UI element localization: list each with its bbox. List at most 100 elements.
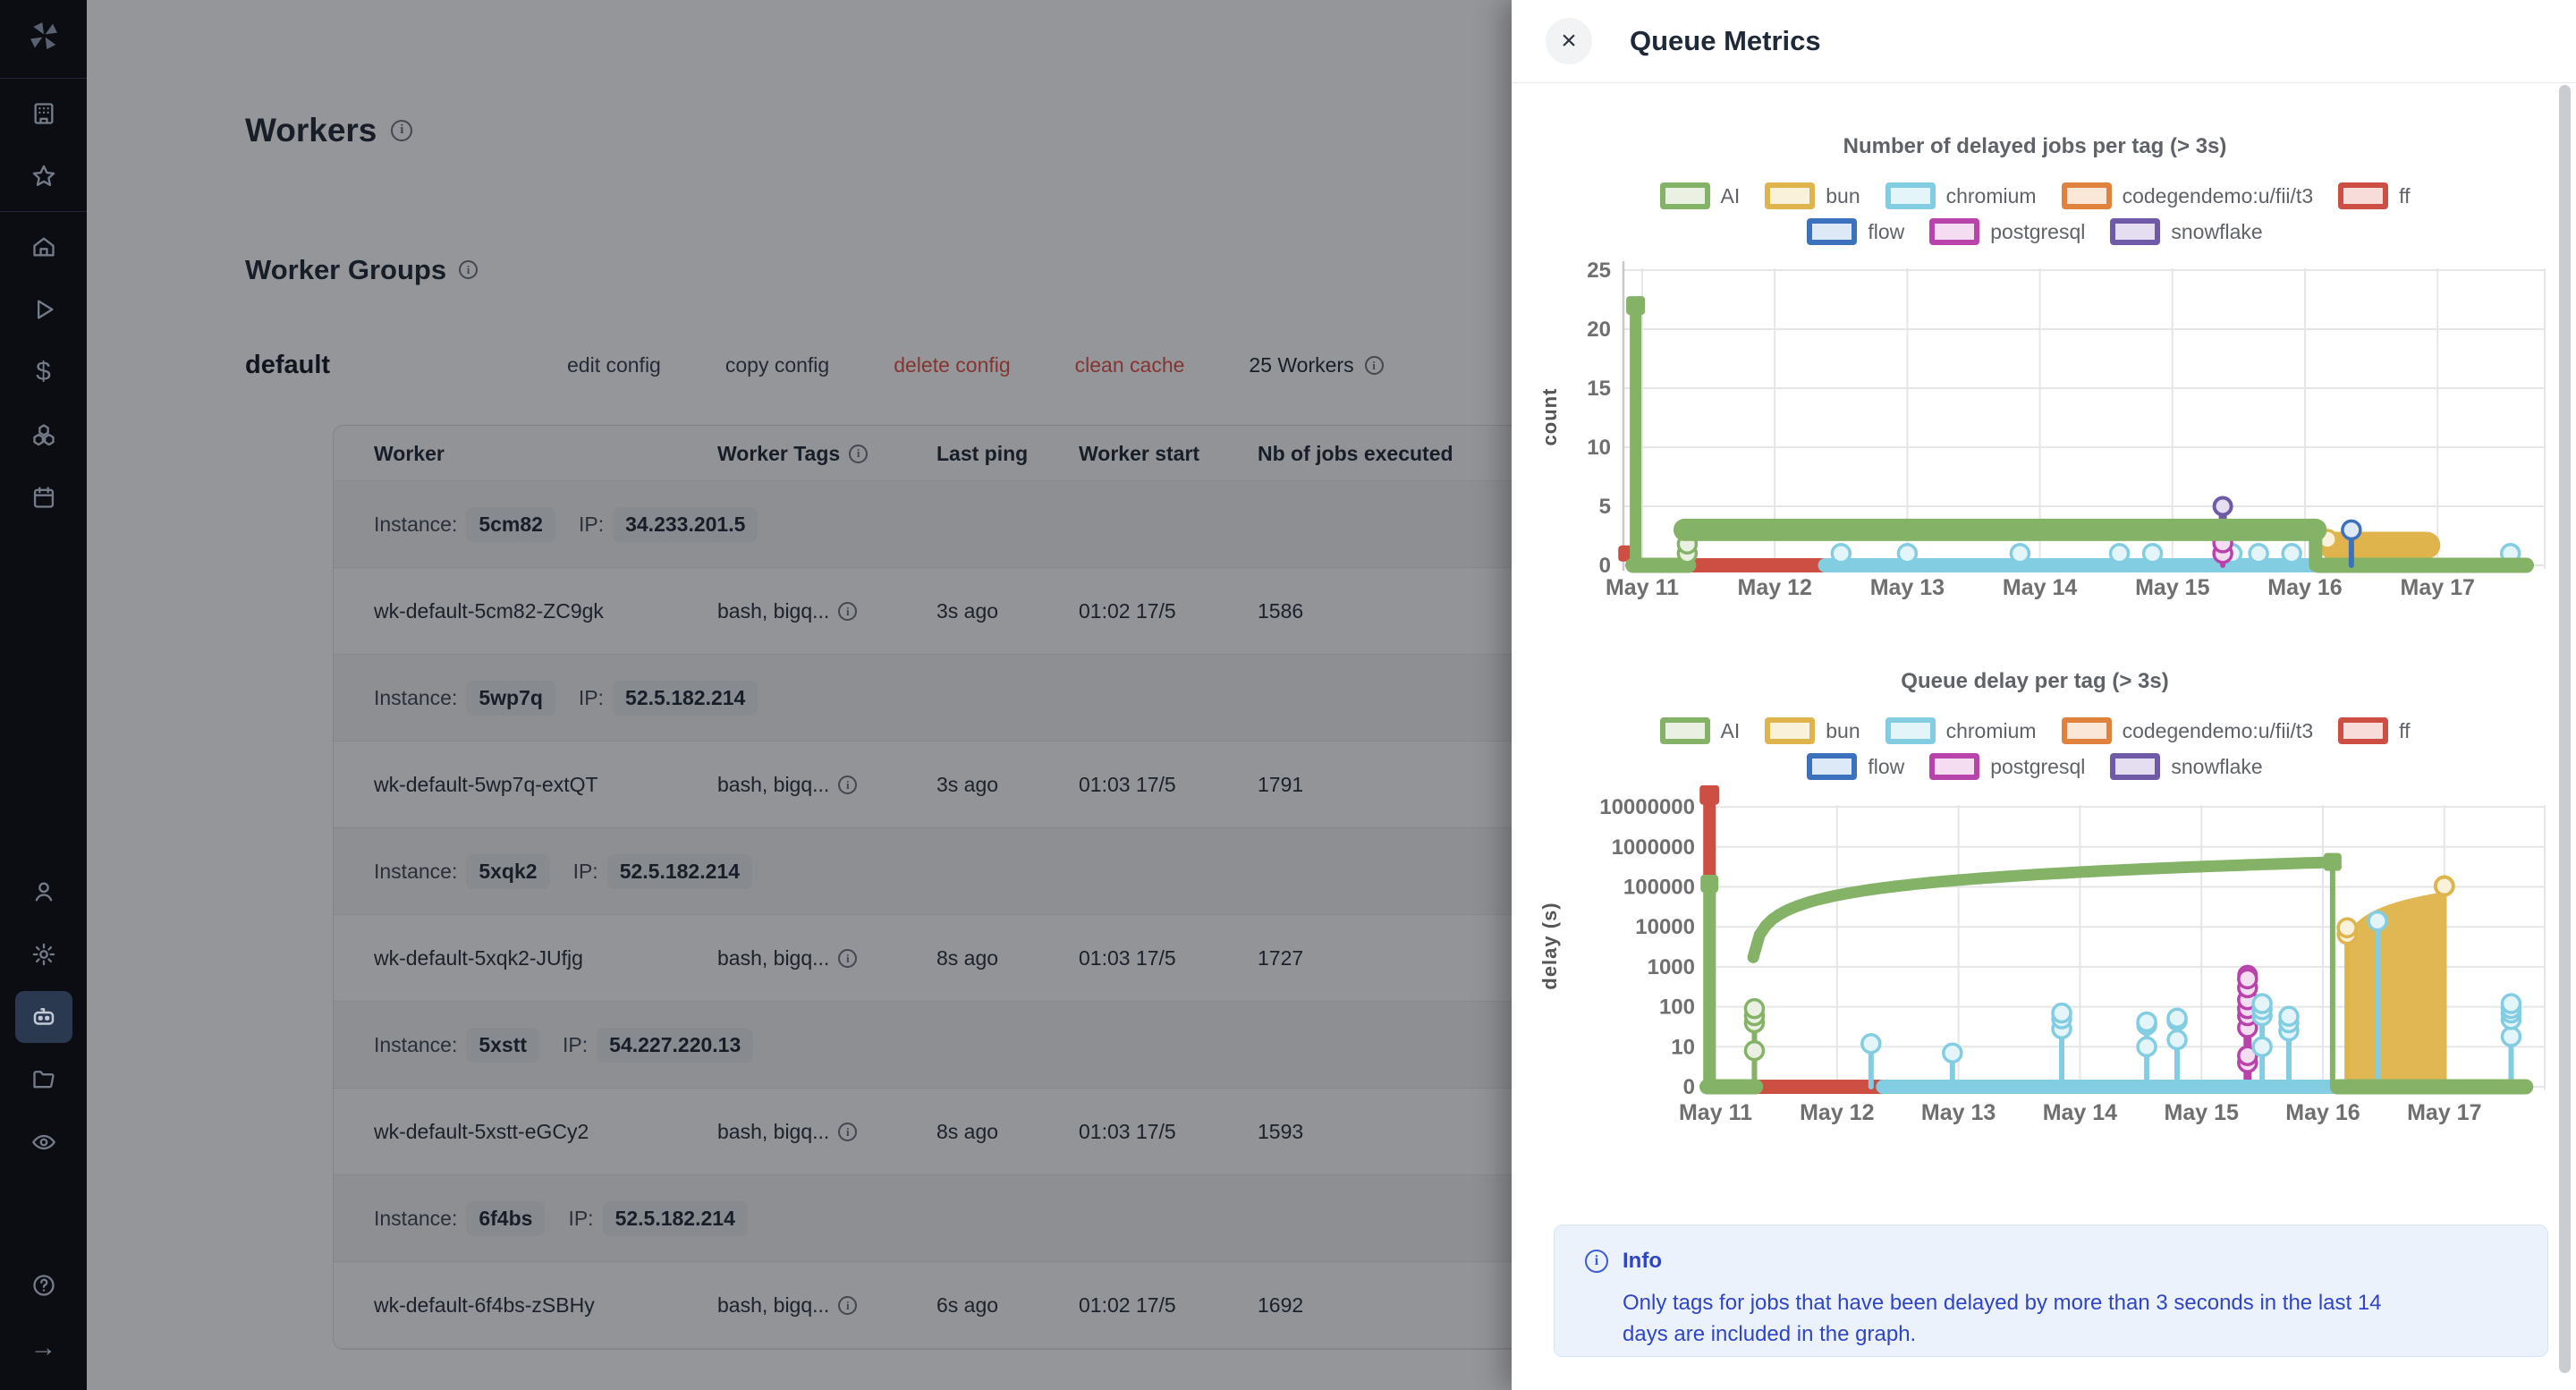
eye-icon — [30, 1130, 57, 1155]
close-button[interactable]: × — [1546, 18, 1592, 64]
legend-item-postgresql[interactable]: postgresql — [1929, 753, 2085, 780]
sidebar-item-favorites[interactable] — [15, 150, 72, 202]
sidebar-item-settings[interactable] — [15, 928, 72, 980]
info-icon[interactable]: i — [838, 1296, 857, 1315]
column-header: Worker Tagsi — [717, 426, 868, 481]
legend-item-bun[interactable]: bun — [1765, 717, 1860, 744]
legend-swatch — [1885, 717, 1936, 744]
worker-tags: bash, bigq...i — [717, 1089, 857, 1175]
user-icon — [31, 879, 56, 904]
info-icon[interactable]: i — [838, 1123, 857, 1141]
info-icon[interactable]: i — [838, 602, 857, 621]
building-icon — [31, 101, 56, 126]
chart-canvas: May 11May 12May 13May 14May 15May 16May … — [1521, 785, 2549, 1161]
last-ping: 3s ago — [936, 568, 998, 655]
worker-name: wk-default-5wp7q-extQT — [374, 742, 598, 828]
svg-text:5: 5 — [1599, 495, 1611, 519]
info-banner-title: Info — [1623, 1249, 1662, 1274]
legend-swatch — [2062, 182, 2112, 209]
sidebar-item-folders[interactable] — [15, 1054, 72, 1106]
delayed-jobs-chart: Number of delayed jobs per tag (> 3s) AI… — [1521, 134, 2549, 617]
sidebar-item-home[interactable] — [15, 221, 72, 273]
windmill-logo-icon[interactable] — [26, 18, 62, 58]
info-icon[interactable]: i — [459, 260, 478, 279]
jobs-executed: 1586 — [1258, 568, 1303, 655]
info-icon[interactable]: i — [838, 949, 857, 968]
last-ping: 3s ago — [936, 742, 998, 828]
instance-info: Instance:5wp7qIP:52.5.182.214 — [374, 655, 758, 742]
sidebar-item-schedules[interactable] — [15, 471, 72, 523]
legend-item-postgresql[interactable]: postgresql — [1929, 218, 2085, 245]
instance-info: Instance:5xqk2IP:52.5.182.214 — [374, 828, 752, 915]
svg-text:0: 0 — [1683, 1075, 1695, 1099]
legend-swatch — [2338, 717, 2388, 744]
legend-item-AI[interactable]: AI — [1660, 182, 1741, 209]
legend-item-codegendemo:u/fii/t3[interactable]: codegendemo:u/fii/t3 — [2062, 717, 2314, 744]
svg-text:May 15: May 15 — [2165, 1100, 2239, 1125]
legend-swatch — [1929, 218, 1979, 245]
sidebar-item-resources[interactable] — [15, 409, 72, 461]
sidebar-item-help[interactable] — [15, 1259, 72, 1311]
group-action-delete-config[interactable]: delete config — [894, 353, 1010, 377]
info-icon[interactable]: i — [391, 120, 412, 141]
drawer-title: Queue Metrics — [1630, 25, 1821, 57]
help-icon — [31, 1273, 56, 1298]
svg-text:25: 25 — [1587, 259, 1611, 283]
sidebar-item-workspace[interactable] — [15, 88, 72, 140]
sidebar-item-variables[interactable]: $ — [15, 346, 72, 398]
legend-item-AI[interactable]: AI — [1660, 717, 1741, 744]
jobs-executed: 1692 — [1258, 1262, 1303, 1349]
instance-info: Instance:5cm82IP:34.233.201.5 — [374, 481, 758, 568]
legend-item-bun[interactable]: bun — [1765, 182, 1860, 209]
column-header: Worker — [374, 426, 445, 481]
sidebar: $ → — [0, 0, 87, 1390]
legend-item-snowflake[interactable]: snowflake — [2110, 218, 2262, 245]
info-banner: i Info Only tags for jobs that have been… — [1554, 1225, 2548, 1357]
sidebar-item-audit-logs[interactable] — [15, 1116, 72, 1168]
cubes-icon — [31, 422, 56, 447]
queue-delay-chart: Queue delay per tag (> 3s) AI bun chromium… — [1521, 669, 2549, 1161]
legend-swatch — [1765, 717, 1815, 744]
group-action-clean-cache[interactable]: clean cache — [1075, 353, 1185, 377]
worker-tags: bash, bigq...i — [717, 1262, 857, 1349]
sidebar-item-users[interactable] — [15, 866, 72, 918]
legend-item-codegendemo:u/fii/t3[interactable]: codegendemo:u/fii/t3 — [2062, 182, 2314, 209]
legend-item-chromium[interactable]: chromium — [1885, 717, 2037, 744]
jobs-executed: 1593 — [1258, 1089, 1303, 1175]
legend-item-ff[interactable]: ff — [2338, 182, 2410, 209]
svg-text:delay (s): delay (s) — [1538, 902, 1561, 989]
group-action-edit-config[interactable]: edit config — [567, 353, 661, 377]
legend-item-ff[interactable]: ff — [2338, 717, 2410, 744]
info-icon[interactable]: i — [838, 776, 857, 794]
sidebar-item-runs[interactable] — [15, 284, 72, 335]
group-action-copy-config[interactable]: copy config — [725, 353, 829, 377]
sidebar-collapse-button[interactable]: → — [15, 1322, 72, 1374]
legend-swatch — [1807, 218, 1857, 245]
legend-swatch — [1885, 182, 1936, 209]
sidebar-divider — [0, 211, 87, 212]
info-icon[interactable]: i — [849, 445, 868, 463]
calendar-icon — [31, 485, 56, 510]
info-icon[interactable]: i — [1365, 356, 1384, 375]
chart-title: Queue delay per tag (> 3s) — [1521, 669, 2549, 694]
instance-info: Instance:6f4bsIP:52.5.182.214 — [374, 1175, 748, 1262]
chart-canvas: May 11May 12May 13May 14May 15May 16May … — [1521, 250, 2549, 617]
play-icon — [31, 297, 56, 322]
drawer-header: × Queue Metrics — [1512, 0, 2576, 83]
worker-tags: bash, bigq...i — [717, 568, 857, 655]
last-ping: 8s ago — [936, 915, 998, 1002]
sidebar-item-workers[interactable] — [15, 991, 72, 1043]
legend-item-chromium[interactable]: chromium — [1885, 182, 2037, 209]
legend-item-flow[interactable]: flow — [1807, 218, 1904, 245]
chart-title: Number of delayed jobs per tag (> 3s) — [1521, 134, 2549, 159]
column-header: Nb of jobs executed — [1258, 426, 1453, 481]
column-header: Last ping — [936, 426, 1028, 481]
legend-item-flow[interactable]: flow — [1807, 753, 1904, 780]
last-ping: 8s ago — [936, 1089, 998, 1175]
svg-text:20: 20 — [1587, 318, 1611, 342]
drawer-scrollbar[interactable] — [2559, 85, 2571, 1373]
svg-text:1000000: 1000000 — [1612, 835, 1695, 860]
legend-item-snowflake[interactable]: snowflake — [2110, 753, 2262, 780]
worker-start: 01:02 17/5 — [1079, 568, 1176, 655]
worker-tags: bash, bigq...i — [717, 915, 857, 1002]
